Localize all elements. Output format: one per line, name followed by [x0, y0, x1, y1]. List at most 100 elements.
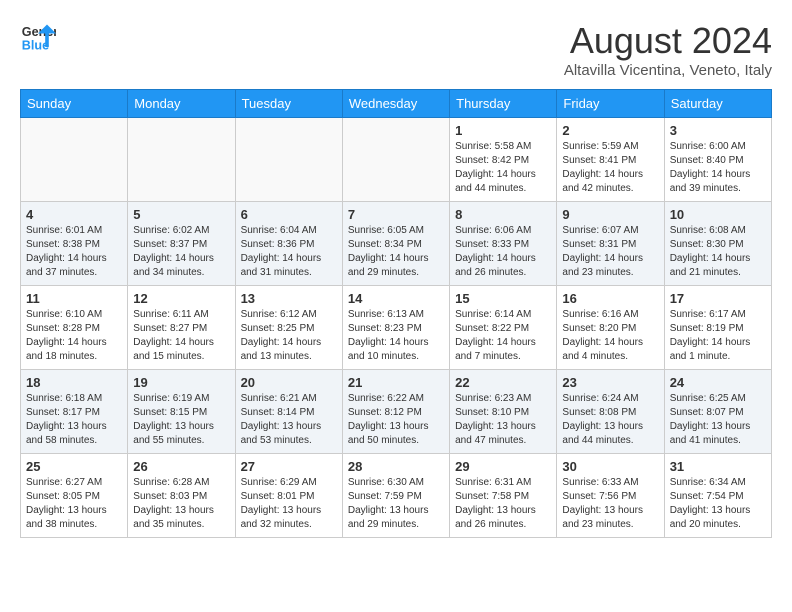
day-number: 11 — [26, 291, 122, 306]
day-info: Sunrise: 6:29 AM Sunset: 8:01 PM Dayligh… — [241, 476, 337, 532]
day-info: Sunrise: 6:08 AM Sunset: 8:30 PM Dayligh… — [670, 224, 766, 280]
day-info: Sunrise: 6:22 AM Sunset: 8:12 PM Dayligh… — [348, 392, 444, 448]
table-row: 25Sunrise: 6:27 AM Sunset: 8:05 PM Dayli… — [21, 454, 128, 538]
day-number: 16 — [562, 291, 658, 306]
day-number: 18 — [26, 375, 122, 390]
day-number: 6 — [241, 207, 337, 222]
day-info: Sunrise: 6:21 AM Sunset: 8:14 PM Dayligh… — [241, 392, 337, 448]
col-tuesday: Tuesday — [235, 90, 342, 118]
day-info: Sunrise: 6:23 AM Sunset: 8:10 PM Dayligh… — [455, 392, 551, 448]
table-row: 6 Sunrise: 6:04 AM Sunset: 8:36 PM Daylig… — [235, 202, 342, 286]
table-row: 13Sunrise: 6:12 AM Sunset: 8:25 PM Dayli… — [235, 286, 342, 370]
table-row: 4Sunrise: 6:01 AM Sunset: 8:38 PM Daylig… — [21, 202, 128, 286]
calendar-header-row: Sunday Monday Tuesday Wednesday Thursday… — [21, 90, 772, 118]
day-info: Sunrise: 6:30 AM Sunset: 7:59 PM Dayligh… — [348, 476, 444, 532]
day-number: 9 — [562, 207, 658, 222]
day-number: 20 — [241, 375, 337, 390]
day-info: Sunrise: 6:33 AM Sunset: 7:56 PM Dayligh… — [562, 476, 658, 532]
table-row — [235, 118, 342, 202]
day-info: Sunrise: 6:14 AM Sunset: 8:22 PM Dayligh… — [455, 308, 551, 364]
day-info: Sunrise: 6:00 AM Sunset: 8:40 PM Dayligh… — [670, 140, 766, 196]
day-number: 15 — [455, 291, 551, 306]
day-number: 27 — [241, 459, 337, 474]
table-row: 12Sunrise: 6:11 AM Sunset: 8:27 PM Dayli… — [128, 286, 235, 370]
table-row: 22 Sunrise: 6:23 AM Sunset: 8:10 PM Dayli… — [450, 370, 557, 454]
col-friday: Friday — [557, 90, 664, 118]
day-info: Sunrise: 6:07 AM Sunset: 8:31 PM Dayligh… — [562, 224, 658, 280]
table-row: 16 Sunrise: 6:16 AM Sunset: 8:20 PM Dayli… — [557, 286, 664, 370]
day-number: 29 — [455, 459, 551, 474]
table-row: 3 Sunrise: 6:00 AM Sunset: 8:40 PM Daylig… — [664, 118, 771, 202]
col-wednesday: Wednesday — [342, 90, 449, 118]
day-number: 5 — [133, 207, 229, 222]
col-thursday: Thursday — [450, 90, 557, 118]
col-saturday: Saturday — [664, 90, 771, 118]
title-block: August 2024 Altavilla Vicentina, Veneto,… — [564, 20, 772, 79]
calendar-week-row: 11 Sunrise: 6:10 AM Sunset: 8:28 PM Dayli… — [21, 286, 772, 370]
day-info: Sunrise: 6:18 AM Sunset: 8:17 PM Dayligh… — [26, 392, 122, 448]
logo-icon: General Blue — [20, 20, 56, 56]
table-row: 2 Sunrise: 5:59 AM Sunset: 8:41 PM Daylig… — [557, 118, 664, 202]
day-number: 31 — [670, 459, 766, 474]
day-number: 25 — [26, 459, 122, 474]
day-info: Sunrise: 6:12 AM Sunset: 8:25 PM Dayligh… — [241, 308, 337, 364]
table-row: 7Sunrise: 6:05 AM Sunset: 8:34 PM Daylig… — [342, 202, 449, 286]
table-row: 18 Sunrise: 6:18 AM Sunset: 8:17 PM Dayli… — [21, 370, 128, 454]
day-info: Sunrise: 6:06 AM Sunset: 8:33 PM Dayligh… — [455, 224, 551, 280]
table-row: 14 Sunrise: 6:13 AM Sunset: 8:23 PM Dayli… — [342, 286, 449, 370]
table-row: 26 Sunrise: 6:28 AM Sunset: 8:03 PM Dayli… — [128, 454, 235, 538]
day-info: Sunrise: 6:10 AM Sunset: 8:28 PM Dayligh… — [26, 308, 122, 364]
table-row: 5 Sunrise: 6:02 AM Sunset: 8:37 PM Daylig… — [128, 202, 235, 286]
day-info: Sunrise: 6:28 AM Sunset: 8:03 PM Dayligh… — [133, 476, 229, 532]
table-row: 31 Sunrise: 6:34 AM Sunset: 7:54 PM Dayli… — [664, 454, 771, 538]
table-row: 28 Sunrise: 6:30 AM Sunset: 7:59 PM Dayli… — [342, 454, 449, 538]
day-number: 26 — [133, 459, 229, 474]
col-monday: Monday — [128, 90, 235, 118]
calendar-week-row: 18 Sunrise: 6:18 AM Sunset: 8:17 PM Dayli… — [21, 370, 772, 454]
table-row: 23Sunrise: 6:24 AM Sunset: 8:08 PM Dayli… — [557, 370, 664, 454]
table-row: 9 Sunrise: 6:07 AM Sunset: 8:31 PM Daylig… — [557, 202, 664, 286]
calendar-week-row: 25Sunrise: 6:27 AM Sunset: 8:05 PM Dayli… — [21, 454, 772, 538]
table-row: 24 Sunrise: 6:25 AM Sunset: 8:07 PM Dayli… — [664, 370, 771, 454]
table-row — [342, 118, 449, 202]
day-info: Sunrise: 6:16 AM Sunset: 8:20 PM Dayligh… — [562, 308, 658, 364]
day-number: 8 — [455, 207, 551, 222]
table-row: 30 Sunrise: 6:33 AM Sunset: 7:56 PM Dayli… — [557, 454, 664, 538]
table-row: 15 Sunrise: 6:14 AM Sunset: 8:22 PM Dayli… — [450, 286, 557, 370]
day-number: 21 — [348, 375, 444, 390]
calendar-table: Sunday Monday Tuesday Wednesday Thursday… — [20, 89, 772, 538]
day-info: Sunrise: 6:04 AM Sunset: 8:36 PM Dayligh… — [241, 224, 337, 280]
table-row: 29 Sunrise: 6:31 AM Sunset: 7:58 PM Dayli… — [450, 454, 557, 538]
day-info: Sunrise: 5:58 AM Sunset: 8:42 PM Dayligh… — [455, 140, 551, 196]
calendar-week-row: 1Sunrise: 5:58 AM Sunset: 8:42 PM Daylig… — [21, 118, 772, 202]
day-info: Sunrise: 5:59 AM Sunset: 8:41 PM Dayligh… — [562, 140, 658, 196]
table-row: 27 Sunrise: 6:29 AM Sunset: 8:01 PM Dayli… — [235, 454, 342, 538]
day-info: Sunrise: 6:25 AM Sunset: 8:07 PM Dayligh… — [670, 392, 766, 448]
location-subtitle: Altavilla Vicentina, Veneto, Italy — [564, 62, 772, 79]
day-info: Sunrise: 6:31 AM Sunset: 7:58 PM Dayligh… — [455, 476, 551, 532]
day-number: 28 — [348, 459, 444, 474]
table-row — [21, 118, 128, 202]
day-number: 2 — [562, 123, 658, 138]
day-number: 3 — [670, 123, 766, 138]
logo: General Blue — [20, 20, 56, 56]
calendar-week-row: 4Sunrise: 6:01 AM Sunset: 8:38 PM Daylig… — [21, 202, 772, 286]
table-row: 20 Sunrise: 6:21 AM Sunset: 8:14 PM Dayli… — [235, 370, 342, 454]
day-number: 14 — [348, 291, 444, 306]
table-row: 11 Sunrise: 6:10 AM Sunset: 8:28 PM Dayli… — [21, 286, 128, 370]
day-number: 22 — [455, 375, 551, 390]
day-info: Sunrise: 6:02 AM Sunset: 8:37 PM Dayligh… — [133, 224, 229, 280]
day-number: 7 — [348, 207, 444, 222]
day-info: Sunrise: 6:34 AM Sunset: 7:54 PM Dayligh… — [670, 476, 766, 532]
day-number: 30 — [562, 459, 658, 474]
day-number: 19 — [133, 375, 229, 390]
day-info: Sunrise: 6:13 AM Sunset: 8:23 PM Dayligh… — [348, 308, 444, 364]
table-row: 10 Sunrise: 6:08 AM Sunset: 8:30 PM Dayli… — [664, 202, 771, 286]
day-info: Sunrise: 6:01 AM Sunset: 8:38 PM Dayligh… — [26, 224, 122, 280]
page-header: General Blue August 2024 Altavilla Vicen… — [20, 20, 772, 79]
day-number: 10 — [670, 207, 766, 222]
day-number: 24 — [670, 375, 766, 390]
svg-text:Blue: Blue — [22, 39, 49, 53]
day-number: 12 — [133, 291, 229, 306]
day-info: Sunrise: 6:17 AM Sunset: 8:19 PM Dayligh… — [670, 308, 766, 364]
